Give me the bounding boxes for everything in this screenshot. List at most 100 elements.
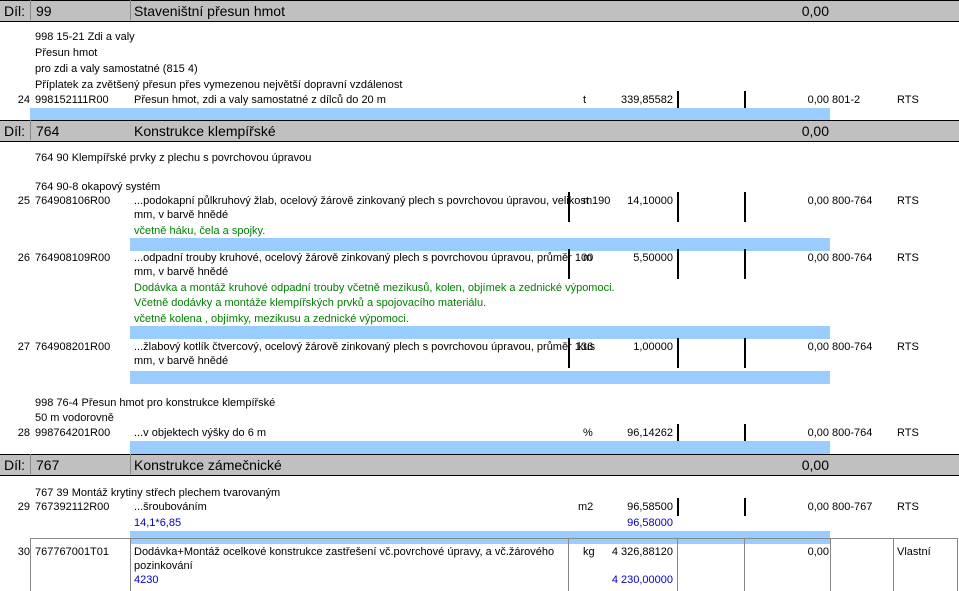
item-description: ...podokapní půlkruhový žlab, ocelový žá… [134,195,611,207]
item-calc-formula: 14,1*6,85 [134,517,182,529]
column-marker [677,338,679,368]
section-header-764: Díl: 764 Konstrukce klempířské 0,00 [0,120,959,142]
note-line: pro zdi a valy samostatné (815 4) [35,63,198,75]
item-code: 767392112R00 [35,501,110,513]
item-source: Vlastní [897,546,931,558]
note-line: Příplatek za zvětšený přesun přes vymeze… [35,79,403,91]
section-header-767: Díl: 767 Konstrukce zámečnické 0,00 [0,454,959,476]
section-header-99: Díl: 99 Staveništní přesun hmot 0,00 [0,0,959,22]
column-marker [677,424,679,442]
item-note: Dodávka a montáž kruhové odpadní trouby … [134,282,615,294]
grid-separator [130,538,131,591]
item-source: RTS [897,195,919,207]
column-marker [744,498,746,516]
item-description: ...odpadní trouby kruhové, ocelový žárov… [134,252,594,264]
row-number: 29 [17,501,30,513]
item-total: 0,00 [807,546,829,558]
item-description-cont: mm, v barvě hnědé [134,266,229,278]
section-title: Staveništní přesun hmot [134,3,285,19]
item-description-cont: mm, v barvě hnědé [134,355,229,367]
item-unit: m [583,195,593,207]
item-total: 0,00 [807,427,829,439]
item-calc-value: 96,58000 [627,517,673,529]
item-quantity: 5,50000 [633,252,673,264]
row-separator-strip [130,326,830,339]
item-code: 764908201R00 [35,341,111,353]
note-line: 998 76-4 Přesun hmot pro konstrukce klem… [35,397,276,409]
item-total: 0,00 [807,252,829,264]
item-category: 800-767 [832,501,873,513]
item-unit: m [583,252,593,264]
item-description: Přesun hmot, zdi a valy samostatné z díl… [134,94,386,106]
item-source: RTS [897,252,919,264]
column-marker [677,192,679,222]
row-number: 30 [17,546,30,558]
item-description: ...žlabový kotlík čtvercový, ocelový žár… [134,341,594,353]
section-number: 99 [36,3,52,19]
item-total: 0,00 [807,501,829,513]
row-number: 28 [17,427,30,439]
column-marker [677,91,679,109]
note-line: 764 90 Klempířské prvky z plechu s povrc… [35,152,312,164]
item-category: 800-764 [832,252,873,264]
item-calc-formula: 4230 [134,574,159,586]
column-marker [568,249,570,279]
column-marker [568,192,570,222]
item-total: 0,00 [807,341,829,353]
grid-separator [677,538,678,591]
note-line: 767 39 Montáž krytiny střech plechem tva… [35,487,281,499]
item-total: 0,00 [807,195,829,207]
grid-separator [30,538,31,591]
item-code: 998152111R00 [35,94,109,106]
column-marker [677,249,679,279]
section-number: 767 [36,457,60,473]
item-source: RTS [897,427,919,439]
item-category: 800-764 [832,341,873,353]
column-marker [744,249,746,279]
section-total: 0,00 [801,123,829,139]
section-title: Konstrukce klempířské [134,123,276,139]
item-code: 764908106R00 [35,195,111,207]
item-category: 800-764 [832,195,873,207]
item-description-cont: pozinkování [134,560,193,572]
item-note: Včetně dodávky a montáže klempířských pr… [134,297,487,309]
item-code: 764908109R00 [35,252,111,264]
item-description: Dodávka+Montáž ocelkové konstrukce zastř… [134,546,555,558]
grid-separator [130,0,131,20]
item-unit: t [583,94,587,106]
section-dil-label: Díl: [4,457,25,473]
item-description-cont: mm, v barvě hnědé [134,209,229,221]
item-code: 767767001T01 [35,546,110,558]
item-calc-value: 4 230,00000 [611,574,673,586]
grid-separator [30,120,31,140]
row-number: 24 [17,94,30,106]
grid-separator [830,538,831,591]
item-quantity: 4 326,88120 [611,546,673,558]
grid-separator [130,454,131,474]
item-total: 0,00 [807,94,829,106]
note-line: 764 90-8 okapový systém [35,181,161,193]
item-description: ...šroubováním [134,501,207,513]
item-unit: m2 [578,501,594,513]
item-category: 801-2 [832,94,861,106]
section-total: 0,00 [801,3,829,19]
section-total: 0,00 [801,457,829,473]
item-code: 998764201R00 [35,427,111,439]
section-number: 764 [36,123,60,139]
item-category: 800-764 [832,427,873,439]
item-unit: % [583,427,593,439]
item-unit: kg [583,546,595,558]
item-quantity: 96,58500 [627,501,673,513]
item-source: RTS [897,341,919,353]
item-description: ...v objektech výšky do 6 m [134,427,267,439]
note-line: 998 15-21 Zdi a valy [35,31,135,43]
grid-separator [893,538,894,591]
column-marker [744,91,746,109]
column-marker [568,338,570,368]
item-quantity: 96,14262 [627,427,673,439]
item-source: RTS [897,94,919,106]
item-quantity: 14,10000 [627,195,673,207]
grid-separator [30,454,31,474]
grid-separator [30,538,958,539]
column-marker [677,498,679,516]
